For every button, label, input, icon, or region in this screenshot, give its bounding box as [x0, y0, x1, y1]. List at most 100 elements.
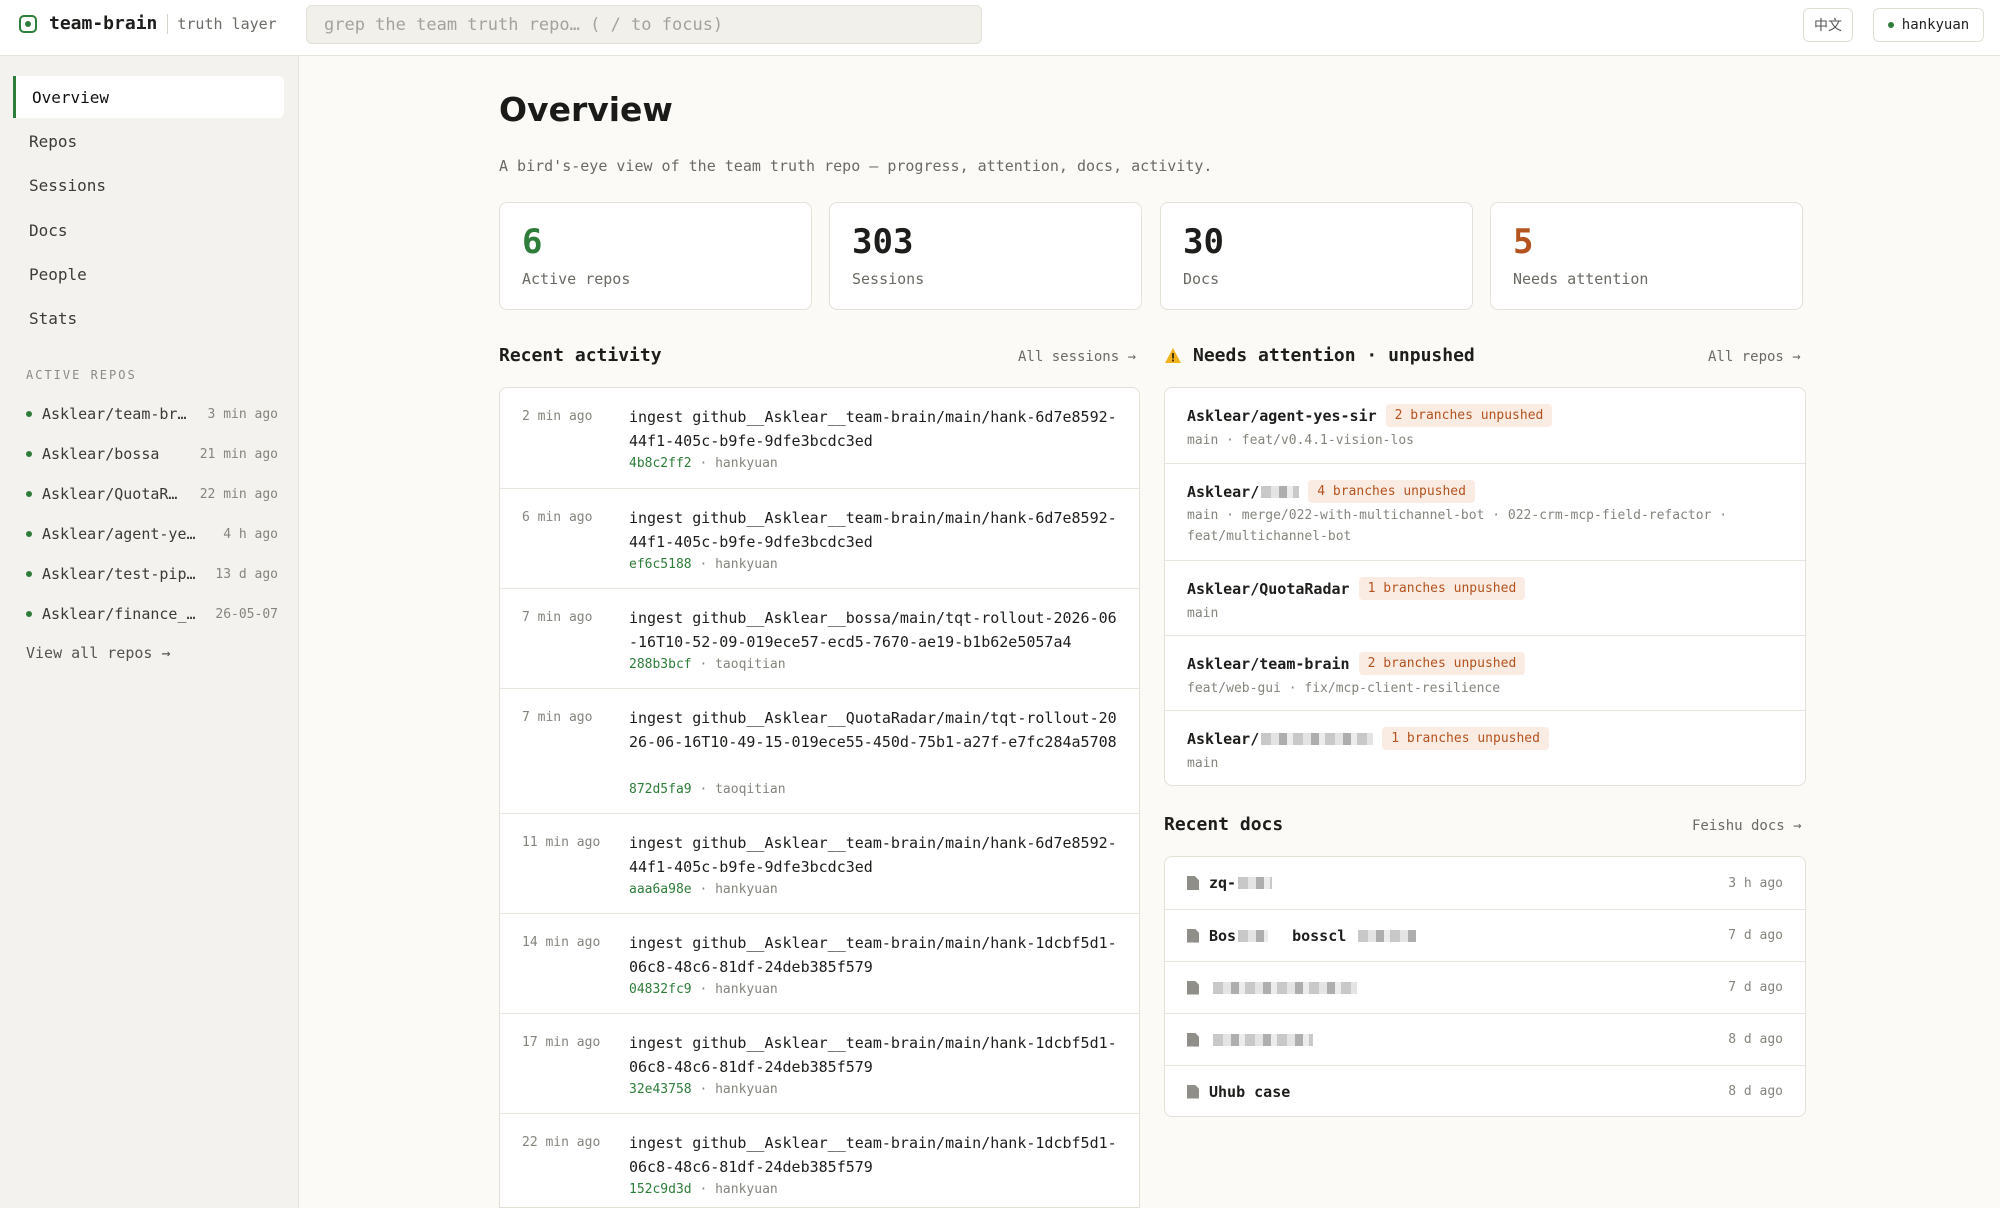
activity-message: ingest github__Asklear__QuotaRadar/main/…: [629, 709, 1117, 751]
doc-row[interactable]: Uhub case 8 d ago: [1165, 1065, 1805, 1116]
sidebar-repo-item[interactable]: Asklear/bossa 21 min ago: [26, 441, 278, 467]
document-icon: [1187, 1085, 1199, 1099]
attention-row[interactable]: Asklear/ 4 branches unpushed main · merg…: [1165, 463, 1805, 560]
brand-tagline: truth layer: [167, 13, 277, 34]
commit-hash-link[interactable]: 4b8c2ff2: [629, 456, 692, 471]
attention-row[interactable]: Asklear/ 1 branches unpushed main: [1165, 710, 1805, 785]
stat-card-sessions[interactable]: 303 Sessions: [829, 202, 1142, 310]
sidebar-repo-item[interactable]: Asklear/finance_… 26-05-07: [26, 601, 278, 627]
activity-time: 7 min ago: [522, 610, 593, 625]
attention-repo-name: Asklear/agent-yes-sir: [1187, 406, 1377, 425]
activity-meta: 04832fc9 · hankyuan: [629, 982, 778, 997]
attention-row[interactable]: Asklear/agent-yes-sir 2 branches unpushe…: [1165, 388, 1805, 463]
activity-time: 22 min ago: [522, 1135, 601, 1150]
activity-user: hankyuan: [715, 982, 778, 997]
brand[interactable]: team-brain truth layer: [19, 13, 277, 34]
attention-repo-name: Asklear/team-brain: [1187, 654, 1350, 673]
activity-time: 7 min ago: [522, 710, 593, 725]
top-bar: team-brain truth layer grep the team tru…: [0, 0, 2000, 56]
attention-row[interactable]: Asklear/QuotaRadar 1 branches unpushed m…: [1165, 560, 1805, 635]
activity-row[interactable]: 17 min ago ingest github__Asklear__team-…: [500, 1013, 1139, 1113]
redacted-text: [1213, 1033, 1313, 1046]
commit-hash-link[interactable]: 288b3bcf: [629, 657, 692, 672]
activity-time: 2 min ago: [522, 409, 593, 424]
doc-row[interactable]: Bos bosscl 7 d ago: [1165, 909, 1805, 961]
commit-hash-link[interactable]: 04832fc9: [629, 982, 692, 997]
stat-value: 6: [522, 222, 543, 262]
stat-card-active-repos[interactable]: 6 Active repos: [499, 202, 812, 310]
commit-hash-link[interactable]: 32e43758: [629, 1082, 692, 1097]
activity-row[interactable]: 22 min ago ingest github__Asklear__team-…: [500, 1113, 1139, 1207]
document-icon: [1187, 1033, 1199, 1047]
sidebar-repo-item[interactable]: Asklear/team-br… 3 min ago: [26, 401, 278, 427]
nav-docs[interactable]: Docs: [13, 209, 284, 251]
repo-status-dot-icon: [26, 571, 32, 577]
redacted-text: [1358, 929, 1417, 942]
attention-repo-name: Asklear/: [1187, 482, 1260, 501]
activity-row[interactable]: 7 min ago ingest github__Asklear__QuotaR…: [500, 688, 1139, 813]
doc-row[interactable]: zq- 3 h ago: [1165, 857, 1805, 909]
needs-attention-title: Needs attention · unpushed: [1164, 345, 1475, 366]
activity-message: ingest github__Asklear__team-brain/main/…: [629, 834, 1117, 876]
repo-time: 13 d ago: [215, 566, 278, 582]
view-all-repos-link[interactable]: View all repos →: [26, 644, 171, 662]
nav-repos[interactable]: Repos: [13, 120, 284, 162]
repo-time: 3 min ago: [207, 406, 278, 422]
nav-stats[interactable]: Stats: [13, 297, 284, 339]
user-menu-button[interactable]: hankyuan: [1873, 8, 1984, 42]
nav-people[interactable]: People: [13, 253, 284, 295]
unpushed-badge: 4 branches unpushed: [1308, 480, 1475, 503]
sidebar-repo-item[interactable]: Asklear/QuotaR… 22 min ago: [26, 481, 278, 507]
all-sessions-link[interactable]: All sessions →: [1018, 349, 1136, 365]
commit-hash-link[interactable]: ef6c5188: [629, 557, 692, 572]
doc-title: [1209, 981, 1357, 994]
doc-time: 3 h ago: [1728, 875, 1783, 891]
doc-time: 7 d ago: [1728, 980, 1783, 995]
commit-hash-link[interactable]: aaa6a98e: [629, 882, 692, 897]
stat-card-docs[interactable]: 30 Docs: [1160, 202, 1473, 310]
stat-label: Needs attention: [1513, 270, 1649, 288]
doc-row[interactable]: 7 d ago: [1165, 961, 1805, 1013]
commit-hash-link[interactable]: 152c9d3d: [629, 1182, 692, 1197]
nav-overview[interactable]: Overview: [13, 76, 284, 118]
doc-row[interactable]: 8 d ago: [1165, 1013, 1805, 1065]
sidebar-repo-item[interactable]: Asklear/agent-ye… 4 h ago: [26, 521, 278, 547]
activity-row[interactable]: 2 min ago ingest github__Asklear__team-b…: [500, 388, 1139, 488]
activity-time: 17 min ago: [522, 1035, 601, 1050]
activity-user: taoqitian: [715, 657, 786, 672]
activity-row[interactable]: 7 min ago ingest github__Asklear__bossa/…: [500, 588, 1139, 688]
commit-hash-link[interactable]: 872d5fa9: [629, 782, 692, 797]
repo-status-dot-icon: [26, 491, 32, 497]
activity-list: 2 min ago ingest github__Asklear__team-b…: [499, 387, 1140, 1208]
redacted-text: [1238, 877, 1273, 889]
attention-row[interactable]: Asklear/team-brain 2 branches unpushed f…: [1165, 635, 1805, 710]
sidebar-repo-item[interactable]: Asklear/test-pip… 13 d ago: [26, 561, 278, 587]
user-name: hankyuan: [1901, 17, 1970, 33]
activity-user: taoqitian: [715, 782, 786, 797]
repo-time: 21 min ago: [199, 446, 278, 462]
stat-value: 5: [1513, 222, 1534, 262]
activity-row[interactable]: 11 min ago ingest github__Asklear__team-…: [500, 813, 1139, 913]
repo-status-dot-icon: [26, 611, 32, 617]
repo-name: Asklear/team-br…: [42, 405, 187, 423]
feishu-docs-link[interactable]: Feishu docs →: [1692, 818, 1802, 834]
stat-label: Sessions: [852, 270, 925, 288]
redacted-text: [1238, 929, 1269, 942]
activity-meta: 32e43758 · hankyuan: [629, 1082, 778, 1097]
activity-time: 11 min ago: [522, 835, 601, 850]
stat-card-needs-attention[interactable]: 5 Needs attention: [1490, 202, 1803, 310]
activity-row[interactable]: 6 min ago ingest github__Asklear__team-b…: [500, 488, 1139, 588]
activity-message: ingest github__Asklear__team-brain/main/…: [629, 934, 1117, 976]
unpushed-badge: 2 branches unpushed: [1385, 404, 1553, 427]
language-toggle-button[interactable]: 中文: [1803, 8, 1853, 42]
all-repos-link[interactable]: All repos →: [1708, 349, 1801, 365]
repo-time: 22 min ago: [199, 486, 278, 502]
activity-row[interactable]: 14 min ago ingest github__Asklear__team-…: [500, 913, 1139, 1013]
search-input[interactable]: grep the team truth repo… ( / to focus): [306, 5, 982, 44]
repo-name: Asklear/test-pip…: [42, 565, 196, 583]
docs-list: zq- 3 h ago Bos bosscl 7 d ago 7 d ago 8 …: [1164, 856, 1806, 1117]
document-icon: [1187, 876, 1199, 890]
attention-repo-name: Asklear/: [1187, 729, 1260, 748]
nav-sessions[interactable]: Sessions: [13, 164, 284, 206]
activity-meta: 4b8c2ff2 · hankyuan: [629, 456, 778, 471]
